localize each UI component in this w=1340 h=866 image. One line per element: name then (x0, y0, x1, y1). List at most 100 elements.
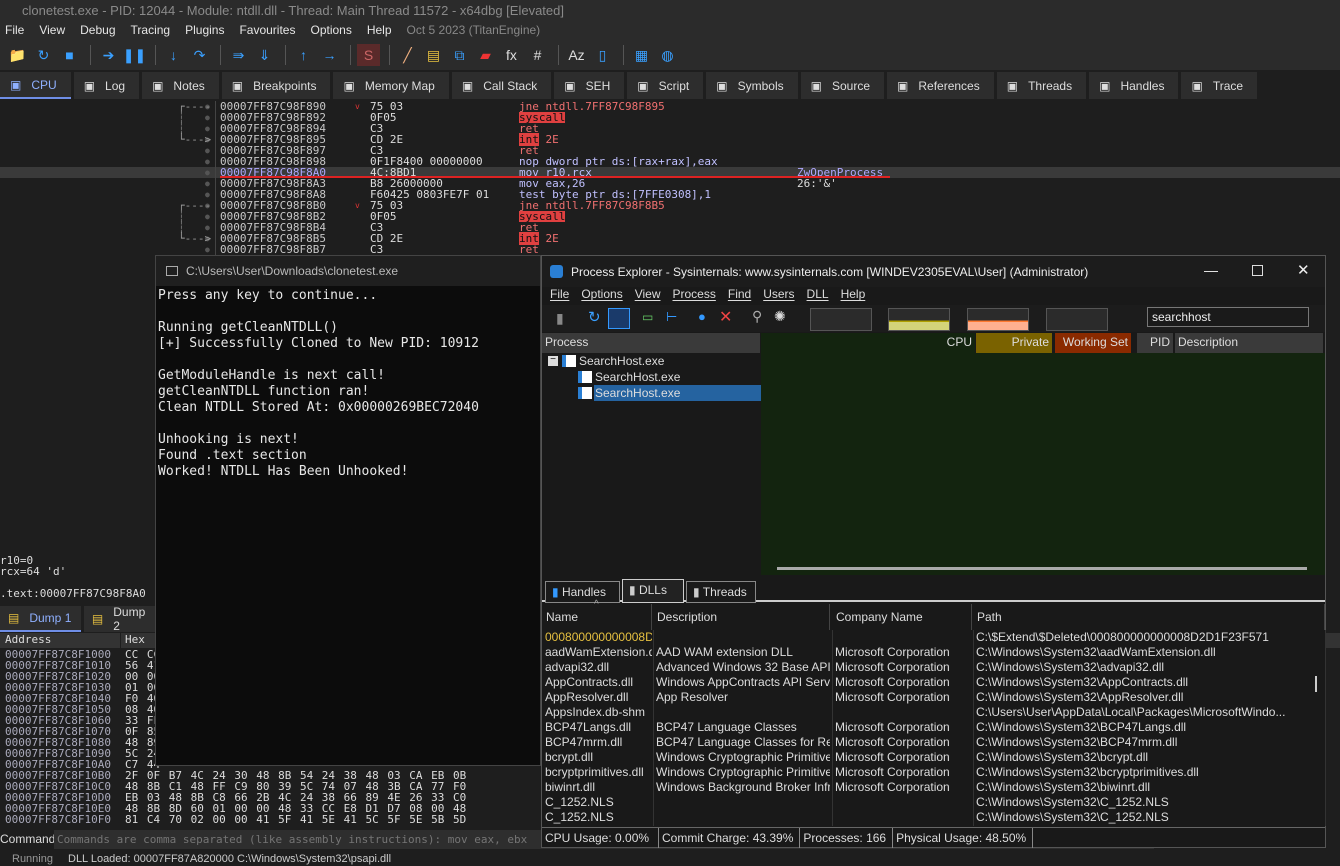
tab-source[interactable]: ▣ Source (800, 72, 885, 99)
col-private-bytes[interactable]: Private Bytes (976, 333, 1052, 367)
tab-dump-1[interactable]: ▤ Dump 1 (0, 606, 81, 632)
disassembly-view[interactable]: ● ┌---- 00007FF87C98F890 v 75 03 jne ntdll.7F… (0, 100, 1340, 255)
tab-log[interactable]: ▣ Log (73, 72, 140, 99)
tab-references[interactable]: ▣ References (887, 72, 994, 99)
restart-icon[interactable]: ↻ (32, 44, 55, 66)
disasm-row[interactable]: ● └---> 00007FF87C98F895 CD 2E int 2E (0, 133, 1340, 146)
breakpoint-dot[interactable]: ● (205, 244, 210, 255)
io-graph[interactable] (1046, 308, 1108, 331)
menu-file[interactable]: File (5, 23, 24, 40)
patch-icon[interactable]: ╱ (396, 44, 419, 66)
vertical-scrollbar[interactable] (1315, 676, 1317, 692)
execute-till-return-icon[interactable]: ↑ (292, 44, 315, 66)
tab-breakpoints[interactable]: ▣ Breakpoints (221, 72, 331, 99)
disasm-row[interactable]: ● 00007FF87C98F8B7 C3 ret (0, 244, 1340, 255)
disasm-row[interactable]: ● 00007FF87C98F898 0F1F8400 00000000 nop dw… (0, 156, 1340, 167)
run-icon[interactable]: ➔ (97, 44, 120, 66)
dump-address[interactable]: 00007FF87C8F10F0 (5, 814, 111, 825)
function-icon[interactable]: fx (500, 44, 523, 66)
kill-process-icon[interactable]: ✕ (719, 307, 732, 327)
scylla-icon[interactable]: S (357, 44, 380, 66)
window-icon[interactable] (608, 308, 630, 329)
tab-seh[interactable]: ▣ SEH (554, 72, 625, 99)
bookmark-icon[interactable]: ▰ (474, 44, 497, 66)
procexp-menu-file[interactable]: File (550, 287, 569, 305)
procexp-menu-find[interactable]: Find (728, 287, 751, 305)
col-process[interactable]: Process (542, 333, 760, 353)
disasm-row[interactable]: ● ┆ 00007FF87C98F892 0F05 syscall (0, 112, 1340, 123)
minimize-button[interactable]: — (1204, 262, 1218, 278)
dll-name[interactable]: BCP47Langs.dll (545, 720, 652, 735)
console-window[interactable]: C:\Users\User\Downloads\clonetest.exe Pr… (155, 255, 541, 766)
dll-col-description[interactable]: Description (653, 604, 830, 630)
strings-icon[interactable]: Az (565, 44, 588, 66)
menu-debug[interactable]: Debug (80, 23, 115, 40)
process-name[interactable]: SearchHost.exe (595, 385, 680, 401)
search-input[interactable] (1147, 307, 1309, 327)
tab-cpu[interactable]: ▣ CPU (0, 72, 71, 99)
breakpoint-dot[interactable]: ● (205, 145, 210, 156)
dll-name[interactable]: 000800000000008D2... (545, 630, 652, 645)
procexp-menu-help[interactable]: Help (841, 287, 866, 305)
sysinfo-icon[interactable]: ▭ (642, 310, 653, 324)
commit-graph[interactable] (888, 308, 950, 331)
tab-symbols[interactable]: ▣ Symbols (706, 72, 798, 99)
dll-name[interactable]: C_1252.NLS (545, 810, 652, 825)
dll-name[interactable]: aadWamExtension.dll (545, 645, 652, 660)
dll-name[interactable]: AppsIndex.db-shm (545, 705, 652, 720)
menu-view[interactable]: View (39, 23, 65, 40)
step-into-icon[interactable]: ↓ (162, 44, 185, 66)
dll-name[interactable]: bcrypt.dll (545, 750, 652, 765)
procexp-menu-users[interactable]: Users (763, 287, 794, 305)
tab-notes[interactable]: ▣ Notes (142, 72, 219, 99)
step-over-icon[interactable]: ↷ (188, 44, 211, 66)
globe-icon[interactable]: ◍ (656, 44, 679, 66)
col-working-set[interactable]: Working Set (1055, 333, 1131, 353)
cpu-graph[interactable] (810, 308, 872, 331)
breakpoint-dot[interactable]: ● (205, 167, 210, 178)
comment-icon[interactable]: ▤ (422, 44, 445, 66)
close-button[interactable]: ✕ (1297, 261, 1310, 279)
horizontal-scrollbar[interactable] (777, 567, 1307, 570)
disasm-row[interactable]: ● ┆ 00007FF87C98F8B2 0F05 syscall (0, 211, 1340, 222)
dump-hex[interactable]: 81 C4 70 02 00 00 41 5F 41 5E 41 5C 5F 5… (125, 814, 466, 825)
disasm-row[interactable]: ● ┌---- 00007FF87C98F890 v 75 03 jne ntdll.7F… (0, 101, 1340, 112)
procexp-menu-process[interactable]: Process (673, 287, 716, 305)
collapse-toggle[interactable]: − (548, 355, 558, 366)
dll-name[interactable]: biwinrt.dll (545, 780, 652, 795)
process-name[interactable]: SearchHost.exe (579, 353, 664, 369)
col-cpu[interactable]: CPU (761, 333, 975, 353)
menu-options[interactable]: Options (310, 23, 351, 40)
tab-threads[interactable]: ▣ Threads (996, 72, 1087, 99)
dll-name[interactable]: advapi32.dll (545, 660, 652, 675)
stop-icon[interactable]: ■ (58, 44, 81, 66)
physical-graph[interactable] (967, 308, 1029, 331)
col-description[interactable]: Description (1175, 333, 1323, 353)
run-to-user-code-icon[interactable]: → (318, 44, 341, 66)
breakpoint-dot[interactable]: ● (205, 156, 210, 167)
procexp-menu-options[interactable]: Options (581, 287, 622, 305)
menu-favourites[interactable]: Favourites (239, 23, 295, 40)
dll-name[interactable]: C_1252.NLS (545, 795, 652, 810)
dll-name[interactable]: BCP47mrm.dll (545, 735, 652, 750)
menu-plugins[interactable]: Plugins (185, 23, 224, 40)
target-icon[interactable]: ✺ (774, 308, 786, 325)
process-name[interactable]: SearchHost.exe (595, 369, 680, 385)
disasm-row[interactable]: ● └---> 00007FF87C98F8B5 CD 2E int 2E (0, 232, 1340, 245)
col-pid[interactable]: PID (1137, 333, 1173, 353)
procexp-menu-dll[interactable]: DLL (807, 287, 829, 305)
dll-name[interactable]: AppContracts.dll (545, 675, 652, 690)
tree-icon[interactable]: ⊢ (666, 309, 677, 325)
label-icon[interactable]: ⧉ (448, 44, 471, 66)
trace-into-icon[interactable]: ⇛ (227, 44, 250, 66)
menu-help[interactable]: Help (367, 23, 392, 40)
properties-icon[interactable]: ● (698, 309, 706, 324)
tab-call-stack[interactable]: ▣ Call Stack (451, 72, 552, 99)
module-icon[interactable]: ▯ (591, 44, 614, 66)
find-icon[interactable]: ⚲ (752, 308, 762, 325)
save-icon[interactable]: ▮ (556, 310, 564, 327)
process-explorer-window[interactable]: Process Explorer - Sysinternals: www.sys… (541, 255, 1326, 848)
tab-script[interactable]: ▣ Script (627, 72, 704, 99)
calculator-icon[interactable]: ▦ (630, 44, 653, 66)
disasm-row[interactable]: ● ┌---- 00007FF87C98F8B0 v 75 03 jne ntdll.7F… (0, 200, 1340, 211)
